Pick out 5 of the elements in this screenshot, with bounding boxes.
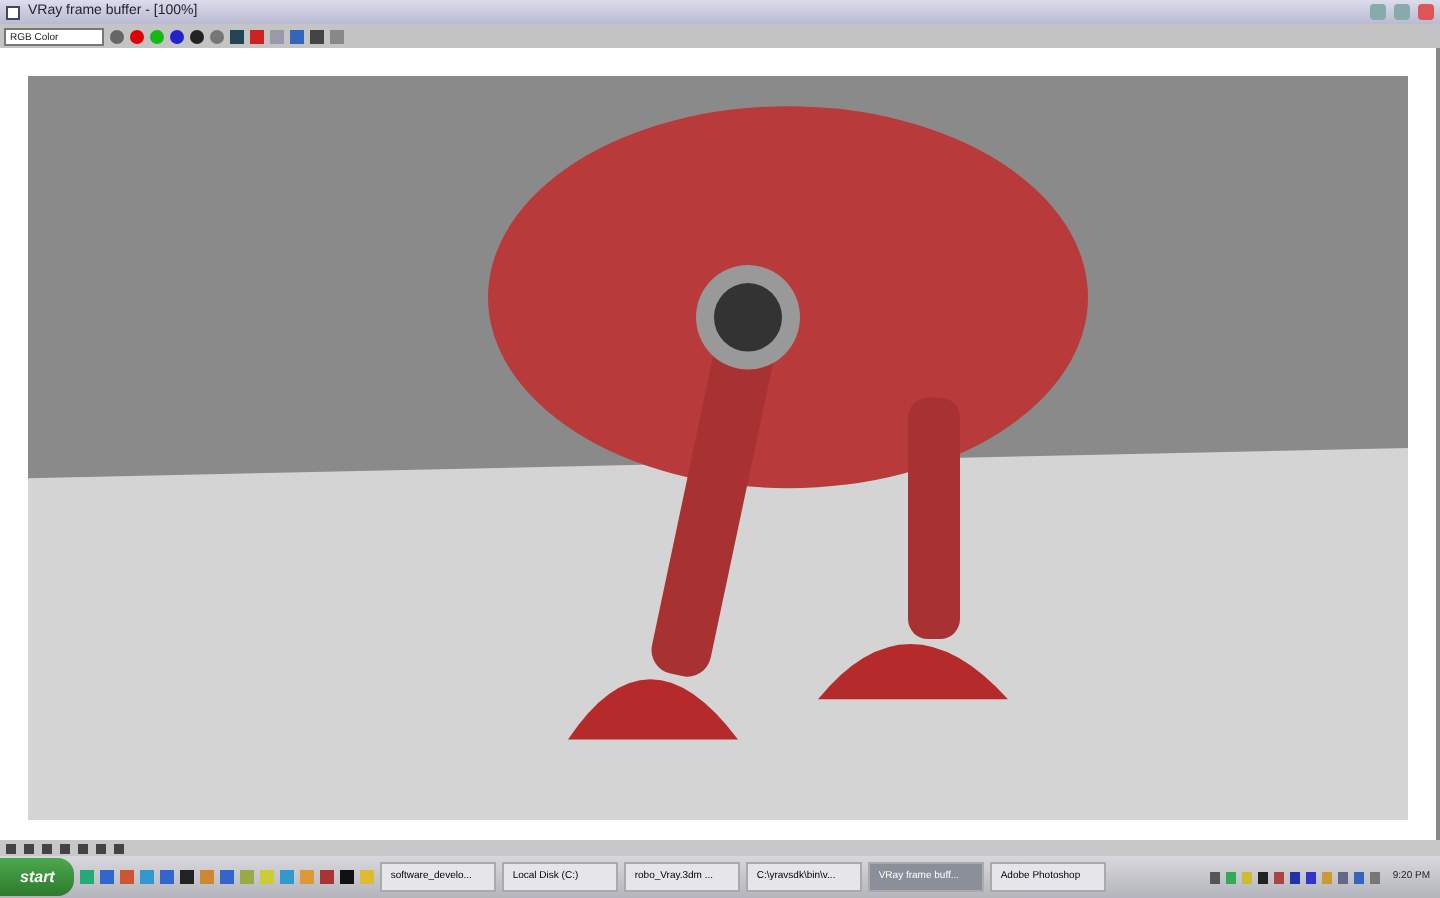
alpha-icon[interactable] [190, 29, 204, 43]
close-button[interactable] [1418, 4, 1434, 20]
mono-icon[interactable] [210, 29, 224, 43]
window-icon [6, 5, 20, 19]
start-button[interactable]: start [0, 858, 75, 896]
